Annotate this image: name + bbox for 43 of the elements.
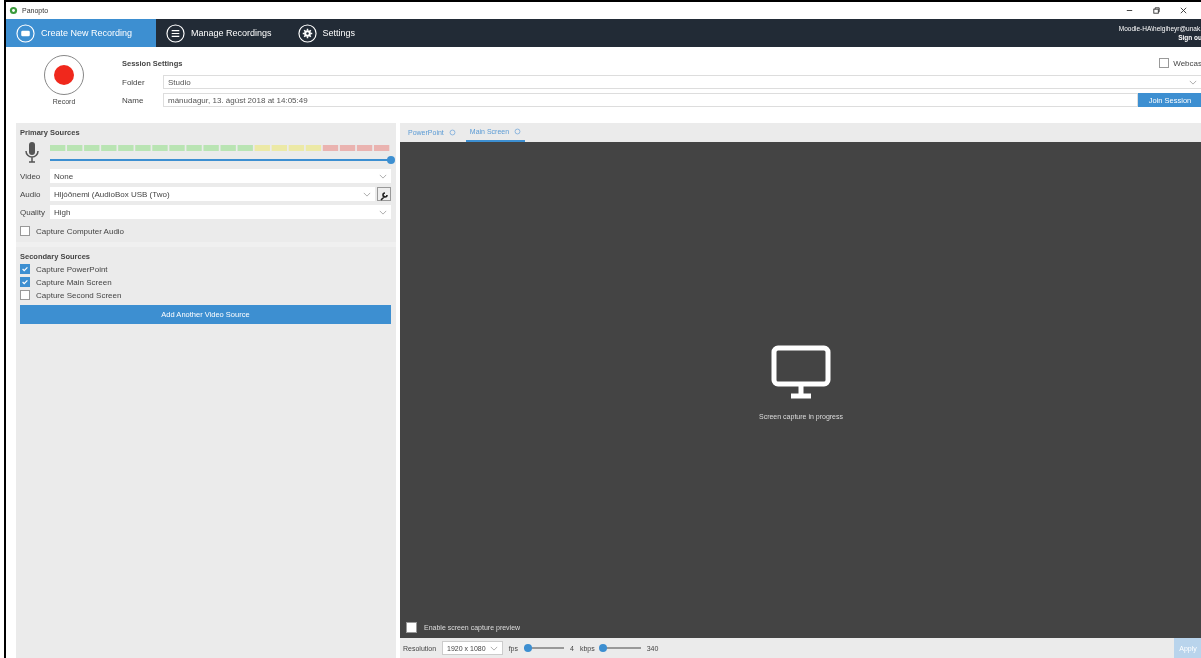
wrench-icon[interactable] — [377, 187, 391, 201]
chevron-down-icon — [363, 191, 371, 197]
chevron-down-icon — [489, 645, 498, 651]
volume-slider-thumb[interactable] — [387, 156, 395, 164]
checkbox-label: Capture Computer Audio — [36, 226, 125, 236]
nav-tab[interactable]: Manage Recordings — [156, 19, 288, 47]
chevron-down-icon — [1189, 79, 1197, 85]
checkbox[interactable] — [20, 226, 30, 236]
chevron-down-icon — [379, 173, 387, 179]
checkbox-label: Capture Main Screen — [36, 277, 112, 287]
monitor-icon — [771, 344, 831, 399]
app-logo-icon — [9, 6, 18, 15]
fps-slider-thumb[interactable] — [523, 644, 532, 652]
restore-icon[interactable] — [1152, 6, 1161, 15]
checkbox-label: Capture PowerPoint — [36, 264, 108, 274]
name-input[interactable]: mánudagur, 13. ágúst 2018 at 14:05:49 — [163, 93, 1138, 107]
checkbox[interactable] — [406, 622, 417, 633]
webcast-checkbox[interactable] — [1159, 58, 1170, 68]
folder-dropdown[interactable]: Studio — [163, 75, 1201, 89]
checkbox-label: Webcas — [1173, 58, 1201, 68]
microphone-icon — [24, 141, 40, 165]
nav-tab[interactable]: Settings — [287, 19, 372, 47]
camera-icon — [16, 23, 35, 43]
settings-icon[interactable] — [514, 128, 522, 135]
list-icon — [166, 23, 185, 43]
checkbox[interactable] — [20, 290, 30, 300]
field-label: Quality — [20, 207, 46, 217]
field-label: Name — [122, 95, 145, 105]
close-icon[interactable] — [1179, 6, 1188, 15]
checkbox[interactable] — [20, 264, 30, 274]
kbps-slider-thumb[interactable] — [599, 644, 608, 652]
record-button[interactable] — [44, 55, 84, 95]
source-dropdown[interactable]: High — [50, 205, 391, 219]
settings-icon[interactable] — [448, 129, 456, 136]
field-label: Video — [20, 171, 42, 181]
settings-icon — [297, 23, 317, 43]
field-label: Folder — [122, 77, 146, 87]
checkbox[interactable] — [20, 277, 30, 287]
checkbox-label: Capture Second Screen — [36, 290, 122, 300]
field-label: Audio — [20, 189, 42, 199]
chevron-down-icon — [379, 209, 387, 215]
source-dropdown[interactable]: None — [50, 169, 391, 183]
source-dropdown[interactable]: Hljóðnemi (AudioBox USB (Two) — [50, 187, 375, 201]
